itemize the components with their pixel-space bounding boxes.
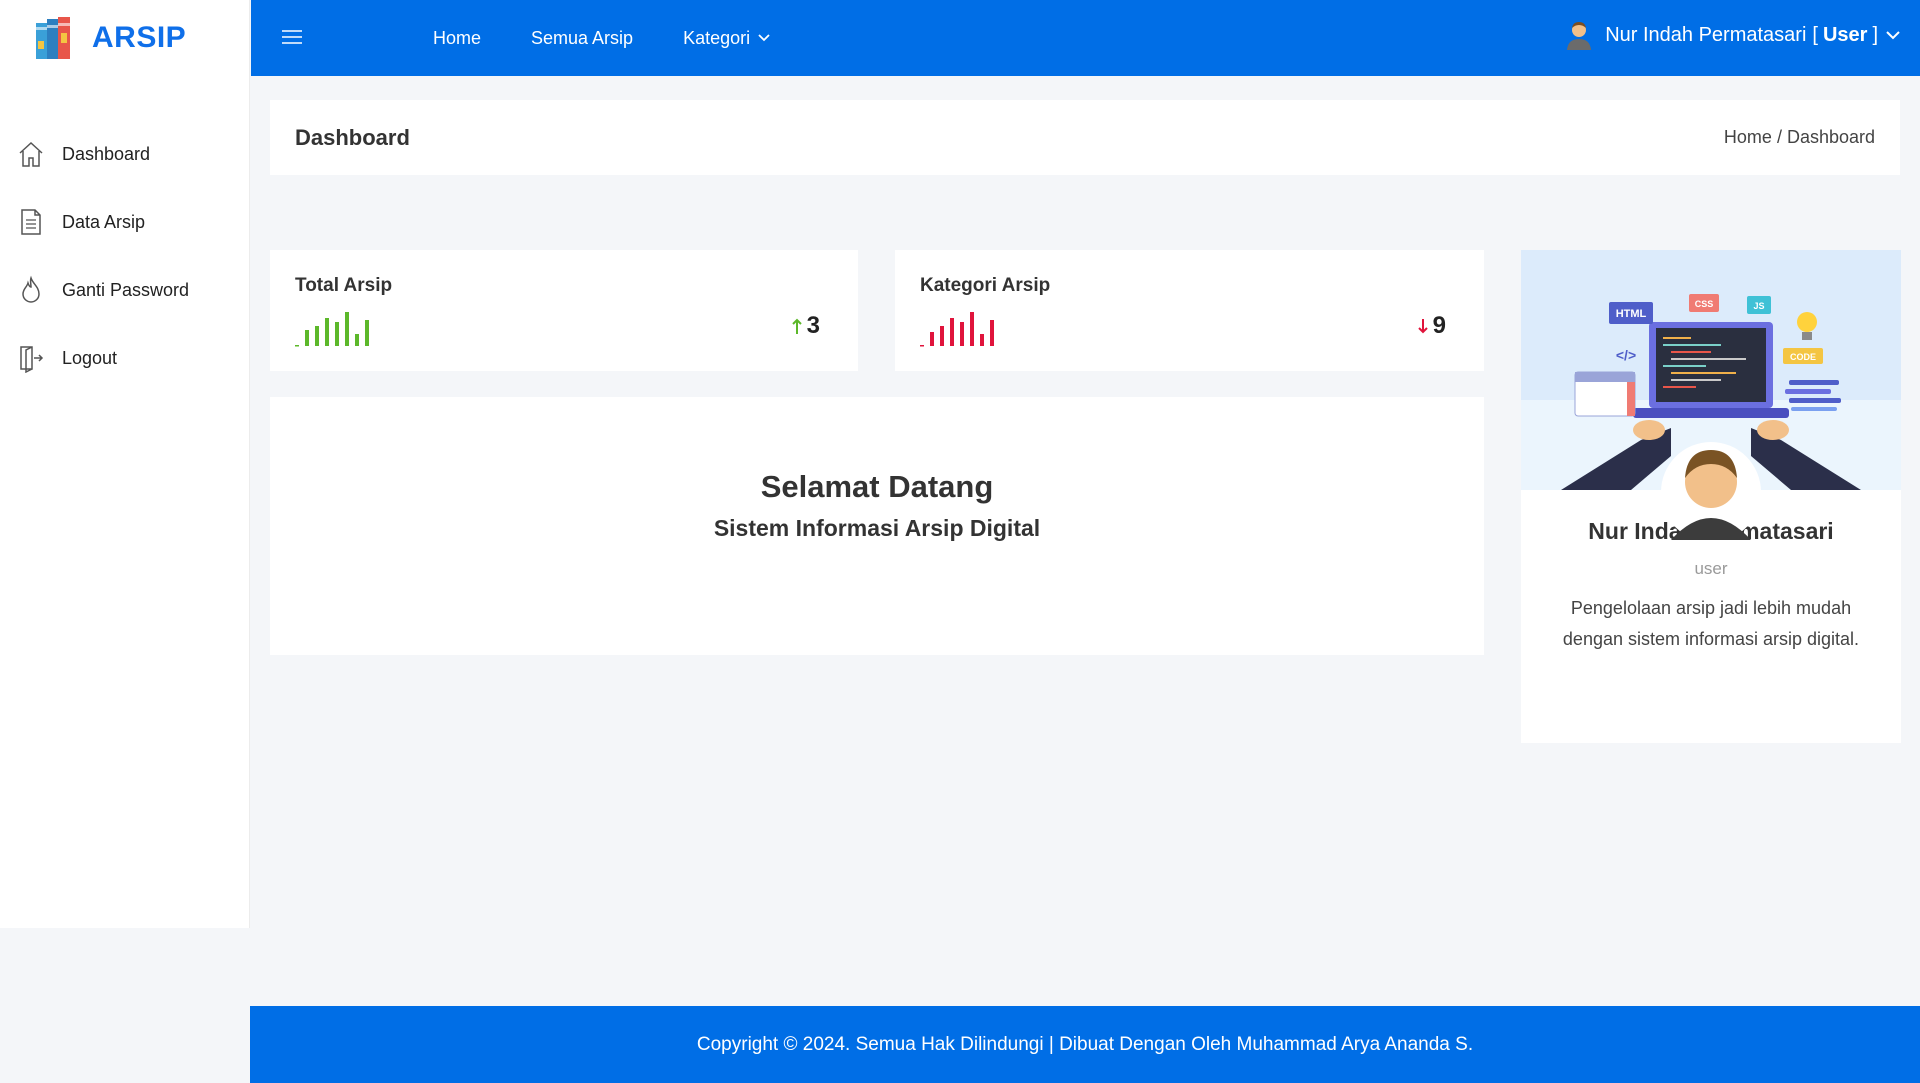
topnav-home[interactable]: Home [433,28,481,49]
sidebar-item-label: Data Arsip [62,211,146,232]
hamburger-icon[interactable] [281,26,303,48]
stat-value-number: 9 [1432,312,1446,339]
sidebar-item-label: Logout [62,347,118,368]
badge-html: HTML [1616,308,1647,320]
chevron-down-icon [758,34,770,42]
stat-card-kategori-arsip: Kategori Arsip 9 [895,250,1484,371]
sidebar-item-logout[interactable]: Logout [0,324,249,392]
developer-illustration: HTML CSS JS CODE </> [1521,250,1901,542]
stat-card-total-arsip: Total Arsip 3 [270,250,858,371]
welcome-title: Selamat Datang [760,469,994,504]
sidebar-item-dashboard[interactable]: Dashboard [0,120,249,188]
page-header: Dashboard Home / Dashboard [270,100,1900,175]
badge-css: CSS [1695,299,1714,309]
sparkline-bars [295,312,369,347]
books-icon [36,17,70,59]
page-title: Dashboard [295,124,410,150]
welcome-card: Selamat Datang Sistem Informasi Arsip Di… [270,397,1484,655]
footer-text: Copyright © 2024. Semua Hak Dilindungi |… [696,1033,1474,1055]
badge-code: CODE [1790,352,1816,362]
profile-role: user [1694,559,1728,578]
sidebar-item-data-arsip[interactable]: Data Arsip [0,188,249,256]
profile-illustration: HTML CSS JS CODE </> [1521,250,1901,542]
sidebar-item-ganti-password[interactable]: Ganti Password [0,256,249,324]
stat-value: 3 [791,312,820,340]
flame-icon [22,275,40,303]
user-role-open: [ [1812,23,1818,46]
breadcrumb: Home / Dashboard [1723,127,1875,147]
user-role-close: ] [1872,23,1878,46]
stat-title: Kategori Arsip [920,275,1051,296]
arrow-up-icon [791,318,802,334]
stat-title: Total Arsip [295,275,393,296]
sidebar-nav: Dashboard Data Arsip Ganti Password Logo… [0,120,249,392]
topnav-semua-arsip[interactable]: Semua Arsip [531,28,633,49]
topbar: Home Semua Arsip Kategori Nur Indah Perm… [251,0,1920,76]
sparkline-bars [920,312,994,347]
profile-card: HTML CSS JS CODE </> Nur Indah Permatasa… [1521,250,1901,743]
sidebar-item-label: Ganti Password [62,279,190,300]
profile-description: Pengelolaan arsip jadi lebih mudah denga… [1562,598,1860,649]
stat-value: 9 [1417,312,1446,340]
home-icon [19,141,43,167]
top-nav: Home Semua Arsip Kategori [433,0,820,76]
topnav-kategori[interactable]: Kategori [683,28,770,49]
welcome-subtitle: Sistem Informasi Arsip Digital [713,515,1041,541]
user-role: User [1822,23,1868,46]
arrow-down-icon [1417,319,1428,334]
topnav-kategori-label: Kategori [683,27,751,48]
brand[interactable]: ARSIP [0,0,249,76]
footer: Copyright © 2024. Semua Hak Dilindungi |… [250,1006,1920,1083]
badge-js: JS [1753,301,1764,311]
sidebar-item-label: Dashboard [62,143,151,164]
avatar [1567,22,1592,50]
document-icon [21,209,41,235]
user-name: Nur Indah Permatasari [1605,23,1807,46]
sidebar: ARSIP Dashboard Data Arsip Ganti Passwor… [0,0,250,928]
brand-name: ARSIP [92,21,187,54]
logout-icon [20,346,44,373]
user-menu[interactable]: Nur Indah Permatasari [ User ] [1565,0,1900,70]
badge-tag: </> [1616,347,1636,363]
chevron-down-icon [1886,30,1900,39]
stat-value-number: 3 [806,312,820,339]
